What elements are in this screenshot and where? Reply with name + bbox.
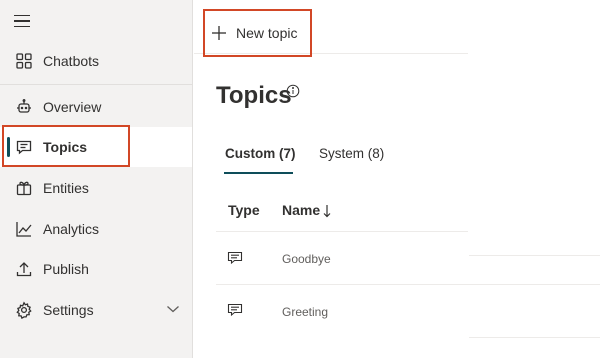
sidebar-divider [0, 84, 192, 85]
tab-custom[interactable]: Custom (7) [225, 146, 296, 161]
tab-system[interactable]: System (8) [319, 146, 384, 161]
sidebar-item-chatbots[interactable]: Chatbots [0, 41, 192, 81]
hamburger-menu-icon[interactable] [14, 12, 34, 30]
sidebar-item-label: Settings [43, 302, 94, 318]
entities-icon [16, 181, 32, 196]
sidebar-item-label: Chatbots [43, 53, 100, 69]
chart-icon [16, 222, 32, 237]
sidebar-item-label: Entities [43, 180, 89, 196]
sidebar-item-label: Analytics [43, 221, 100, 237]
new-topic-label: New topic [236, 25, 298, 41]
sidebar-item-label: Publish [43, 261, 89, 277]
sidebar-item-label: Topics [43, 139, 88, 155]
sidebar-item-overview[interactable]: Overview [0, 87, 192, 127]
sidebar-item-entities[interactable]: Entities [0, 168, 192, 208]
gear-icon [16, 301, 32, 319]
grid-icon [16, 53, 32, 69]
column-header-name[interactable]: Name [282, 202, 320, 218]
sidebar-item-topics[interactable]: Topics [0, 127, 192, 167]
sort-descending-icon[interactable] [322, 204, 332, 218]
active-tab-underline [224, 172, 293, 174]
upload-icon [16, 262, 32, 277]
page-title: Topics [216, 82, 292, 109]
topic-name[interactable]: Greeting [282, 305, 328, 319]
plus-icon [212, 26, 226, 40]
active-indicator [7, 137, 10, 157]
chevron-down-icon[interactable] [166, 304, 180, 314]
bot-icon [17, 99, 31, 113]
row-divider [216, 284, 600, 285]
row-divider [469, 255, 600, 256]
table-header-divider [216, 231, 468, 232]
chat-icon [227, 251, 243, 265]
topic-name[interactable]: Goodbye [282, 252, 331, 266]
sidebar: Chatbots Overview Topics Entities Analyt… [0, 0, 193, 358]
row-divider [469, 337, 600, 338]
chat-icon [16, 140, 32, 155]
info-icon[interactable] [286, 84, 300, 98]
sidebar-item-settings[interactable]: Settings [0, 290, 192, 330]
sidebar-item-analytics[interactable]: Analytics [0, 209, 192, 249]
sidebar-item-publish[interactable]: Publish [0, 249, 192, 289]
sidebar-item-label: Overview [43, 99, 102, 115]
column-header-type[interactable]: Type [228, 202, 260, 218]
chat-icon [227, 303, 243, 317]
new-topic-button[interactable]: New topic [204, 10, 312, 56]
